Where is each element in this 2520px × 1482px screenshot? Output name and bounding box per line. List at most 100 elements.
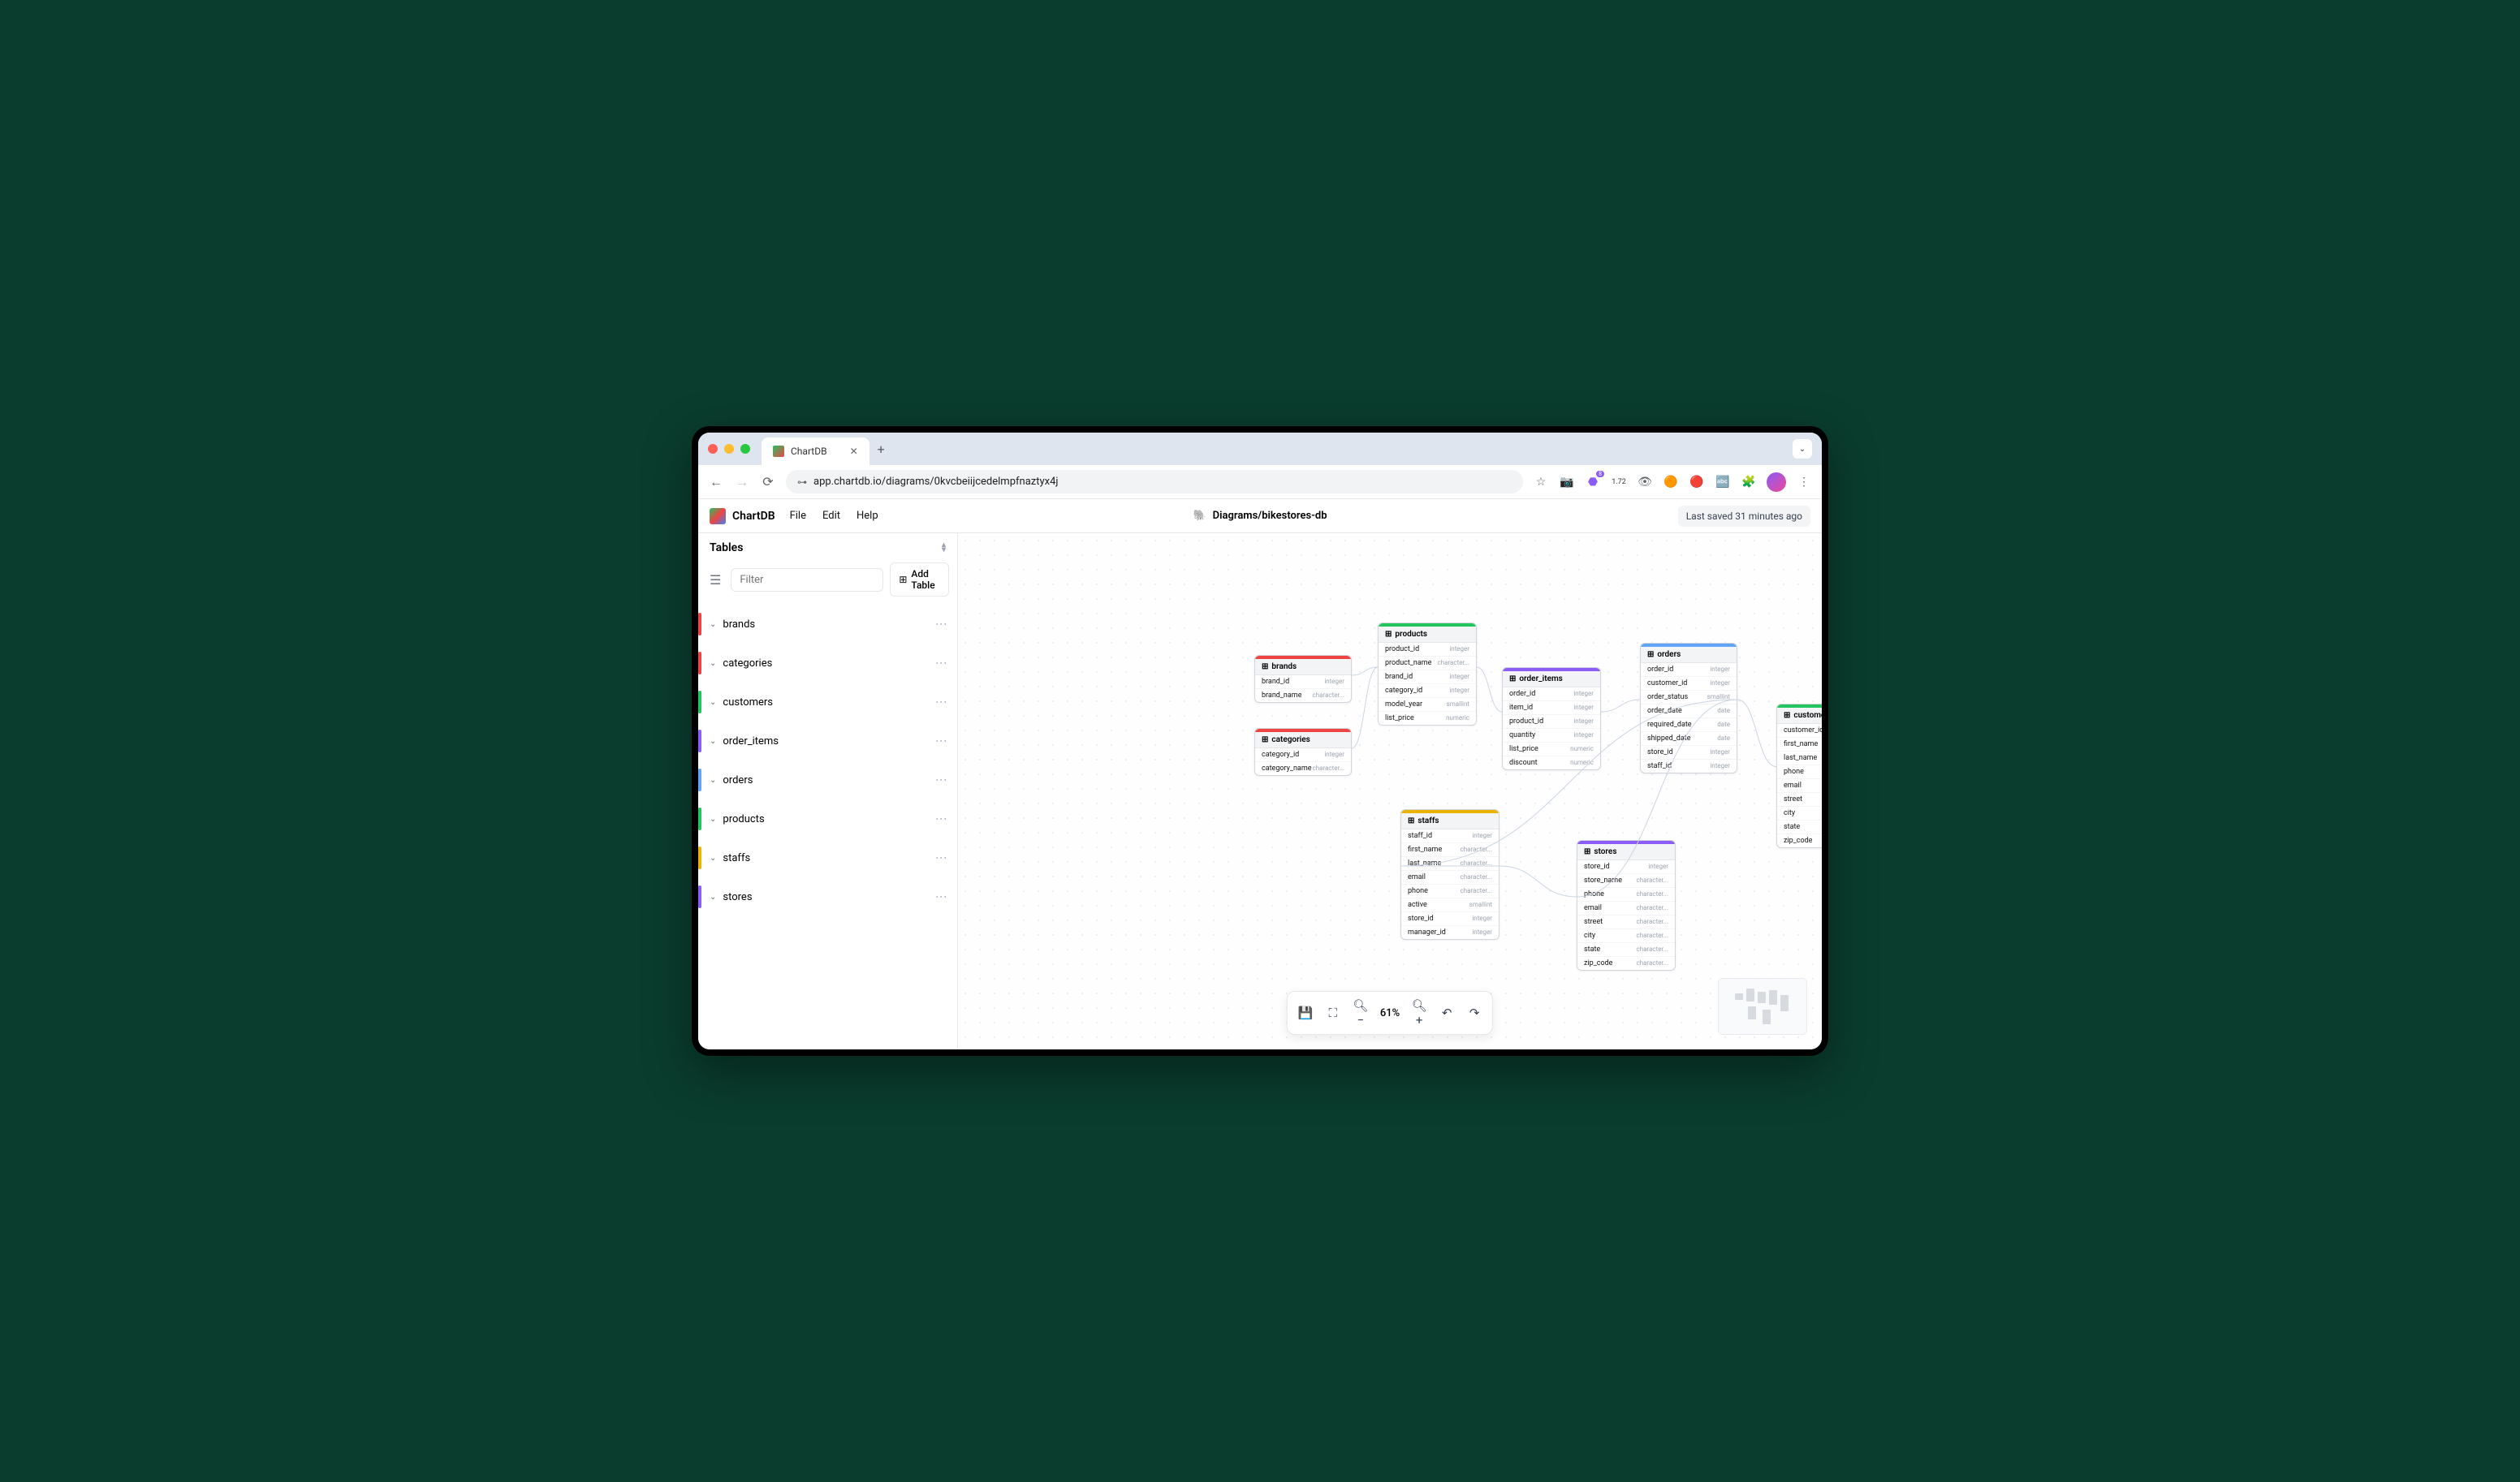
column-row[interactable]: emailcharacter... bbox=[1577, 902, 1675, 915]
column-row[interactable]: zip_codecharacter... bbox=[1577, 957, 1675, 970]
node-stores[interactable]: ⊞storesstore_idintegerstore_namecharacte… bbox=[1577, 840, 1676, 971]
list-view-icon[interactable]: ☰ bbox=[706, 569, 724, 591]
sidebar-item-stores[interactable]: ⌄ stores ⋮ bbox=[698, 877, 957, 916]
column-row[interactable]: customer_idinteger bbox=[1641, 677, 1737, 691]
column-row[interactable]: first_namecharacter... bbox=[1777, 738, 1822, 752]
column-row[interactable]: streetcharacter... bbox=[1577, 915, 1675, 929]
column-row[interactable]: order_idinteger bbox=[1503, 687, 1600, 701]
node-order_items[interactable]: ⊞order_itemsorder_idintegeritem_idintege… bbox=[1502, 667, 1601, 770]
node-header[interactable]: ⊞orders bbox=[1641, 647, 1737, 663]
more-icon[interactable]: ⋮ bbox=[934, 774, 947, 786]
sidebar-item-brands[interactable]: ⌄ brands ⋮ bbox=[698, 605, 957, 644]
menu-icon[interactable]: ⋮ bbox=[1796, 474, 1812, 490]
column-row[interactable]: quantityinteger bbox=[1503, 729, 1600, 743]
extension-icon-4[interactable]: 🔴 bbox=[1689, 474, 1705, 490]
extension-icon-2[interactable]: 1.72 bbox=[1611, 474, 1627, 490]
window-minimize[interactable] bbox=[724, 444, 734, 454]
translate-icon[interactable]: 🔤 bbox=[1715, 474, 1731, 490]
column-row[interactable]: first_namecharacter... bbox=[1401, 843, 1499, 857]
browser-tab[interactable]: ChartDB ✕ bbox=[762, 437, 869, 465]
sidebar-item-categories[interactable]: ⌄ categories ⋮ bbox=[698, 644, 957, 683]
menu-edit[interactable]: Edit bbox=[822, 510, 840, 522]
node-header[interactable]: ⊞categories bbox=[1255, 732, 1351, 748]
sort-button[interactable]: ▴▾ bbox=[942, 543, 946, 553]
more-icon[interactable]: ⋮ bbox=[934, 852, 947, 864]
node-customers[interactable]: ⊞customerscustomer_idintegerfirst_namech… bbox=[1776, 704, 1822, 848]
save-button[interactable]: 💾 bbox=[1297, 1006, 1314, 1020]
menu-help[interactable]: Help bbox=[857, 510, 878, 522]
column-row[interactable]: order_idinteger bbox=[1641, 663, 1737, 677]
column-row[interactable]: phonecharacter... bbox=[1401, 885, 1499, 898]
more-icon[interactable]: ⋮ bbox=[934, 618, 947, 631]
minimap[interactable] bbox=[1718, 978, 1807, 1035]
back-button[interactable]: ← bbox=[708, 474, 724, 490]
column-row[interactable]: product_idinteger bbox=[1379, 643, 1476, 657]
column-row[interactable]: shipped_datedate bbox=[1641, 732, 1737, 746]
column-row[interactable]: brand_idinteger bbox=[1379, 670, 1476, 684]
column-row[interactable]: brand_namecharacter... bbox=[1255, 689, 1351, 702]
node-orders[interactable]: ⊞ordersorder_idintegercustomer_idinteger… bbox=[1640, 643, 1737, 773]
column-row[interactable]: product_namecharacter... bbox=[1379, 657, 1476, 670]
column-row[interactable]: phonecharacter... bbox=[1577, 888, 1675, 902]
column-row[interactable]: order_datedate bbox=[1641, 704, 1737, 718]
node-header[interactable]: ⊞stores bbox=[1577, 844, 1675, 860]
more-icon[interactable]: ⋮ bbox=[934, 813, 947, 825]
sidebar-item-customers[interactable]: ⌄ customers ⋮ bbox=[698, 683, 957, 722]
node-header[interactable]: ⊞customers bbox=[1777, 708, 1822, 724]
node-header[interactable]: ⊞staffs bbox=[1401, 813, 1499, 829]
eye-off-icon[interactable]: 👁 bbox=[1637, 474, 1653, 490]
site-info-icon[interactable]: ⊶ bbox=[797, 476, 807, 488]
column-row[interactable]: store_namecharacter... bbox=[1577, 874, 1675, 888]
close-icon[interactable]: ✕ bbox=[850, 446, 858, 457]
breadcrumb[interactable]: 🐘 Diagrams/bikestores-db bbox=[1193, 510, 1327, 522]
node-header[interactable]: ⊞brands bbox=[1255, 659, 1351, 675]
column-row[interactable]: brand_idinteger bbox=[1255, 675, 1351, 689]
fit-view-button[interactable]: ⛶ bbox=[1325, 1006, 1341, 1020]
sidebar-item-staffs[interactable]: ⌄ staffs ⋮ bbox=[698, 838, 957, 877]
zoom-in-button[interactable]: 🔍︎+ bbox=[1411, 998, 1427, 1027]
node-header[interactable]: ⊞products bbox=[1379, 627, 1476, 643]
column-row[interactable]: store_idinteger bbox=[1577, 860, 1675, 874]
column-row[interactable]: list_pricenumeric bbox=[1503, 743, 1600, 756]
profile-avatar[interactable] bbox=[1767, 472, 1786, 492]
column-row[interactable]: manager_idinteger bbox=[1401, 926, 1499, 939]
column-row[interactable]: statecharacter... bbox=[1577, 943, 1675, 957]
column-row[interactable]: citycharacter... bbox=[1577, 929, 1675, 943]
sidebar-item-orders[interactable]: ⌄ orders ⋮ bbox=[698, 760, 957, 799]
column-row[interactable]: item_idinteger bbox=[1503, 701, 1600, 715]
column-row[interactable]: emailcharacter... bbox=[1777, 779, 1822, 793]
column-row[interactable]: category_idinteger bbox=[1255, 748, 1351, 762]
window-close[interactable] bbox=[708, 444, 718, 454]
column-row[interactable]: zip_codecharacter... bbox=[1777, 834, 1822, 847]
column-row[interactable]: emailcharacter... bbox=[1401, 871, 1499, 885]
extension-icon-1[interactable]: ⬣8 bbox=[1585, 474, 1601, 490]
extension-icon-3[interactable]: 🟠 bbox=[1663, 474, 1679, 490]
column-row[interactable]: product_idinteger bbox=[1503, 715, 1600, 729]
column-row[interactable]: phonecharacter... bbox=[1777, 765, 1822, 779]
add-table-button[interactable]: ⊞ Add Table bbox=[890, 562, 949, 597]
star-icon[interactable]: ☆ bbox=[1533, 474, 1549, 490]
column-row[interactable]: discountnumeric bbox=[1503, 756, 1600, 769]
more-icon[interactable]: ⋮ bbox=[934, 735, 947, 747]
forward-button[interactable]: → bbox=[734, 474, 750, 490]
column-row[interactable]: activesmallint bbox=[1401, 898, 1499, 912]
sidebar-item-products[interactable]: ⌄ products ⋮ bbox=[698, 799, 957, 838]
more-icon[interactable]: ⋮ bbox=[934, 696, 947, 709]
node-brands[interactable]: ⊞brandsbrand_idintegerbrand_namecharacte… bbox=[1254, 655, 1352, 703]
new-tab-button[interactable]: + bbox=[878, 442, 885, 457]
url-input[interactable]: ⊶ app.chartdb.io/diagrams/0kvcbeiijcedel… bbox=[786, 470, 1523, 493]
more-icon[interactable]: ⋮ bbox=[934, 891, 947, 903]
column-row[interactable]: store_idinteger bbox=[1401, 912, 1499, 926]
redo-button[interactable]: ↷ bbox=[1466, 1006, 1482, 1020]
column-row[interactable]: streetcharacter... bbox=[1777, 793, 1822, 807]
column-row[interactable]: order_statussmallint bbox=[1641, 691, 1737, 704]
column-row[interactable]: citycharacter... bbox=[1777, 807, 1822, 821]
column-row[interactable]: staff_idinteger bbox=[1401, 829, 1499, 843]
puzzle-icon[interactable]: 🧩 bbox=[1741, 474, 1757, 490]
column-row[interactable]: customer_idinteger bbox=[1777, 724, 1822, 738]
filter-input[interactable] bbox=[731, 568, 883, 592]
column-row[interactable]: required_datedate bbox=[1641, 718, 1737, 732]
node-categories[interactable]: ⊞categoriescategory_idintegercategory_na… bbox=[1254, 728, 1352, 776]
column-row[interactable]: list_pricenumeric bbox=[1379, 712, 1476, 725]
column-row[interactable]: store_idinteger bbox=[1641, 746, 1737, 760]
